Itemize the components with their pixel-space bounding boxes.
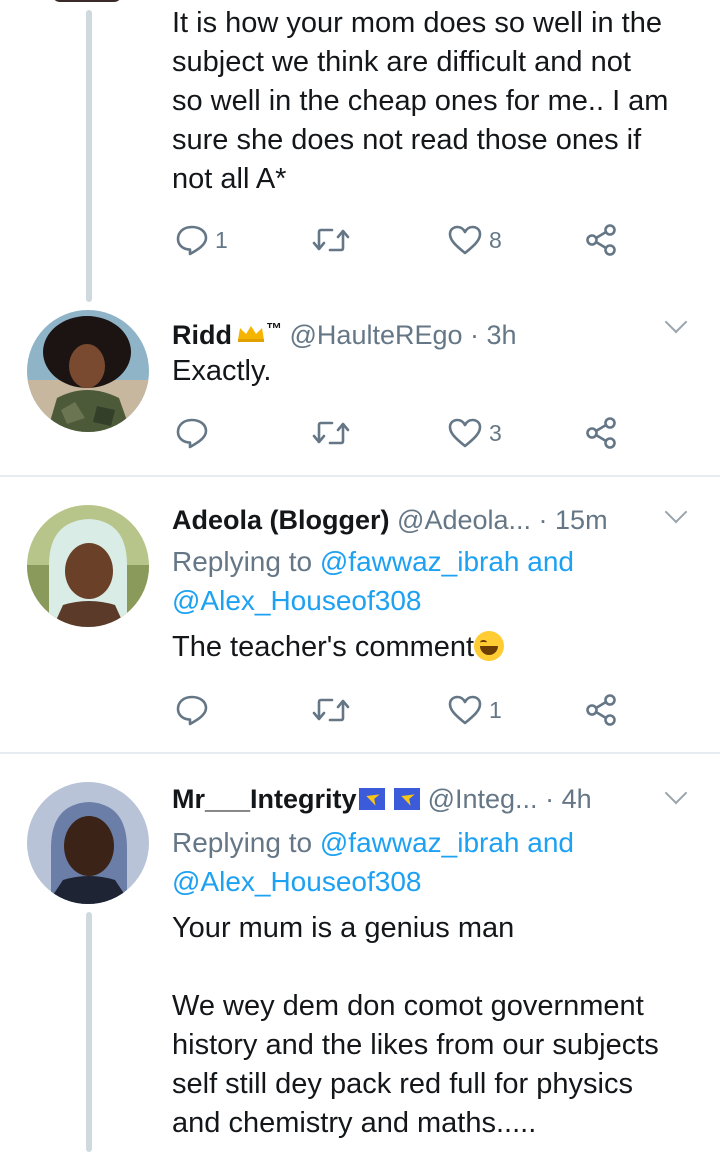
share-icon: [583, 222, 619, 258]
like-button[interactable]: 8: [447, 224, 502, 256]
retweet-icon: [311, 417, 351, 449]
tweet-time: · 3h: [470, 320, 517, 350]
reply-button[interactable]: [175, 417, 209, 449]
like-count: 8: [489, 226, 502, 253]
tweet-header: Mr___Integrity @Integ... · 4h: [172, 782, 592, 816]
tweet-1[interactable]: It is how your mom does so well in the s…: [172, 4, 712, 199]
flag-icon: [358, 788, 385, 810]
share-button[interactable]: [583, 692, 619, 728]
retweet-button[interactable]: [311, 417, 351, 449]
reply-count: 1: [215, 226, 228, 253]
retweet-button[interactable]: [311, 694, 351, 726]
divider: [0, 475, 720, 477]
chevron-down-icon[interactable]: [664, 310, 688, 334]
like-button[interactable]: 3: [447, 417, 502, 449]
like-button[interactable]: 1: [447, 694, 502, 726]
trademark-badge: ™: [266, 321, 282, 338]
user-handle[interactable]: @HaulteREgo: [290, 320, 463, 350]
reply-button[interactable]: 1: [175, 224, 228, 256]
reply-icon: [175, 417, 209, 449]
tweet-text: Your mum is a genius man We wey dem don …: [172, 912, 659, 1139]
laughing-emoji-icon: [474, 631, 505, 661]
tweet-text: The teacher's comment: [172, 628, 505, 667]
tweet-text: It is how your mom does so well in the s…: [172, 7, 669, 195]
like-count: 3: [489, 419, 502, 446]
chevron-down-icon[interactable]: [664, 781, 688, 805]
user-name[interactable]: Adeola (Blogger): [172, 505, 390, 535]
user-handle[interactable]: @Adeola...: [397, 505, 531, 535]
avatar[interactable]: [27, 505, 149, 627]
chevron-down-icon[interactable]: [664, 500, 688, 524]
user-name[interactable]: Mr___Integrity: [172, 784, 357, 814]
tweet-header: Ridd ™ @HaulteREgo · 3h: [172, 313, 517, 352]
retweet-icon: [311, 224, 351, 256]
mention-link[interactable]: @fawwaz_ibrah: [320, 546, 520, 577]
avatar[interactable]: [27, 782, 149, 904]
retweet-icon: [311, 694, 351, 726]
crown-icon: [238, 326, 264, 342]
tweet-header: Adeola (Blogger) @Adeola... · 15m: [172, 503, 608, 537]
tweet-time: · 15m: [538, 505, 608, 535]
heart-icon: [447, 224, 483, 256]
mention-link[interactable]: @fawwaz_ibrah: [320, 827, 520, 858]
replying-to: Replying to @fawwaz_ibrah and @Alex_Hous…: [172, 546, 574, 616]
mention-link[interactable]: @Alex_Houseof308: [172, 585, 421, 616]
divider: [0, 752, 720, 754]
share-button[interactable]: [583, 415, 619, 451]
reply-icon: [175, 224, 209, 256]
thread-line: [86, 912, 92, 1152]
mention-link[interactable]: @Alex_Houseof308: [172, 866, 421, 897]
replying-to: Replying to @fawwaz_ibrah and @Alex_Hous…: [172, 827, 574, 897]
thread-line: [86, 10, 92, 302]
flag-icon: [394, 788, 421, 810]
reply-button[interactable]: [175, 694, 209, 726]
share-icon: [583, 415, 619, 451]
share-icon: [583, 692, 619, 728]
avatar-partial: [52, 0, 122, 2]
tweet-time: · 4h: [545, 784, 592, 814]
avatar[interactable]: [27, 310, 149, 432]
user-handle[interactable]: @Integ...: [428, 784, 538, 814]
heart-icon: [447, 694, 483, 726]
user-name[interactable]: Ridd: [172, 320, 232, 350]
retweet-button[interactable]: [311, 224, 351, 256]
reply-icon: [175, 694, 209, 726]
share-button[interactable]: [583, 222, 619, 258]
tweet-text: Exactly.: [172, 355, 272, 387]
like-count: 1: [489, 696, 502, 723]
heart-icon: [447, 417, 483, 449]
